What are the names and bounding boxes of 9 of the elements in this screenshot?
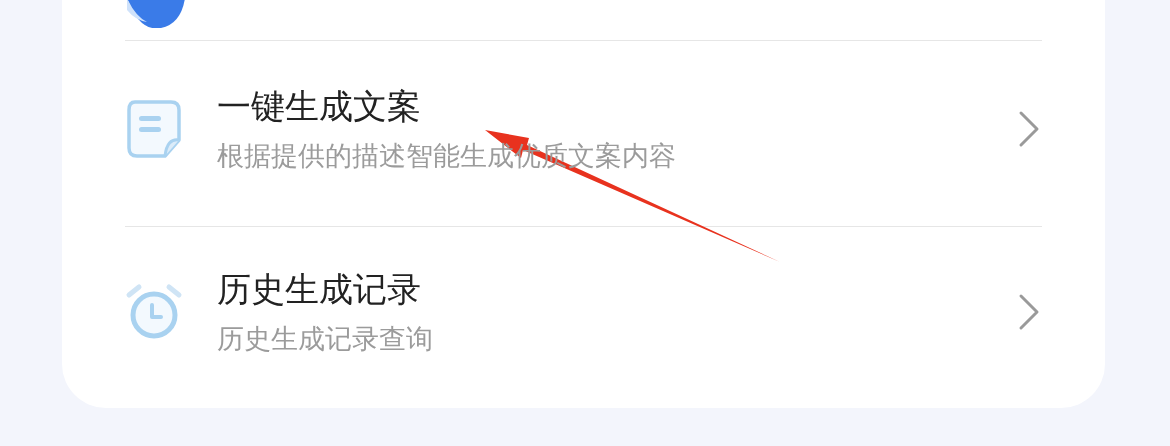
chevron-right-icon [1018, 109, 1040, 148]
chevron-right-icon [1018, 292, 1040, 331]
alarm-clock-icon [125, 282, 183, 341]
app-icon [125, 0, 187, 28]
menu-item[interactable]: 历史生成记录 历史生成记录查询 [125, 268, 1042, 355]
menu-item-title: 历史生成记录 [217, 268, 422, 309]
menu-item-subtitle: 历史生成记录查询 [217, 322, 434, 355]
menu-item-title: 一键生成文案 [217, 85, 422, 126]
document-icon [127, 99, 181, 158]
